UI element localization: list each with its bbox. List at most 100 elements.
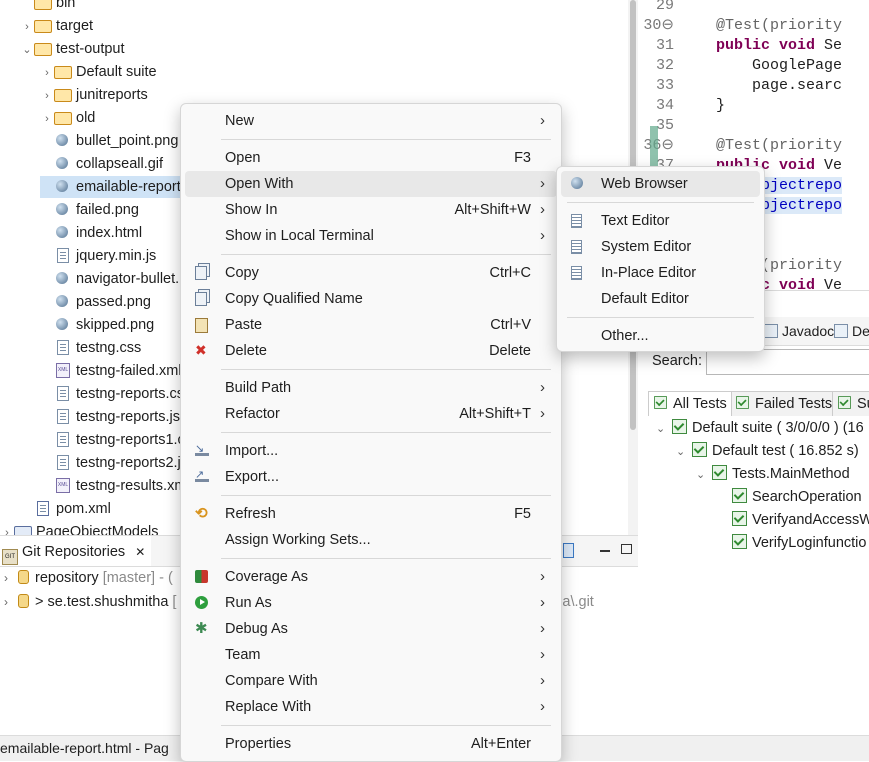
menu-item-team[interactable]: Team › <box>185 642 557 668</box>
chevron-icon[interactable]: ⌄ <box>20 39 34 61</box>
menu-item-delete[interactable]: ✖ Delete Delete <box>185 338 557 364</box>
menu-item-text-editor[interactable]: Text Editor <box>561 208 760 234</box>
menu-item-paste[interactable]: Paste Ctrl+V <box>185 312 557 338</box>
code-line: 36⊖ @Test(priority <box>638 136 842 156</box>
chevron-icon[interactable]: › <box>4 567 18 589</box>
tree-item[interactable]: index.html <box>40 222 142 244</box>
search-input[interactable] <box>706 349 869 375</box>
test-result-row[interactable]: ⌄ Default test ( 16.852 s) <box>676 440 859 462</box>
menu-item-properties[interactable]: Properties Alt+Enter <box>185 731 557 757</box>
menu-item-copy[interactable]: Copy Ctrl+C <box>185 260 557 286</box>
tab-javadoc[interactable]: Javadoc <box>764 317 834 345</box>
tree-item[interactable]: bin <box>20 0 75 14</box>
chevron-icon[interactable]: › <box>40 85 54 107</box>
menu-item-label: Run As <box>225 595 272 611</box>
menu-item-refresh[interactable]: ⟲ Refresh F5 <box>185 501 557 527</box>
tab-declaration[interactable]: Dec <box>834 317 869 345</box>
tab-git-repositories[interactable]: GIT Git Repositories ✕ <box>0 536 152 566</box>
tree-item[interactable]: ⌄ test-output <box>20 38 124 61</box>
git-repository-row[interactable]: › > se.test.shushmitha [ <box>4 591 176 613</box>
menu-item-default-editor[interactable]: Default Editor <box>561 286 760 312</box>
folder-icon <box>34 41 52 56</box>
menu-item-refactor[interactable]: Refactor Alt+Shift+T › <box>185 401 557 427</box>
test-result-row[interactable]: VerifyLoginfunctio <box>716 532 866 554</box>
menu-item-open-with[interactable]: Open With › <box>185 171 557 197</box>
tree-item[interactable]: testng-reports1.css <box>40 429 199 451</box>
tab-summ[interactable]: Summ <box>832 391 869 416</box>
view-menu-icon[interactable] <box>563 543 574 558</box>
menu-item-export[interactable]: ↗ Export... <box>185 464 557 490</box>
menu-item-label: Open <box>225 150 261 166</box>
tree-item-label: testng-reports2.js <box>76 455 189 471</box>
chevron-right-icon: › <box>540 620 545 637</box>
menu-item-new[interactable]: New › <box>185 108 557 134</box>
menu-item-run-as[interactable]: Run As › <box>185 590 557 616</box>
test-result-row[interactable]: VerifyandAccessW <box>716 509 869 531</box>
tree-item[interactable]: › junitreports <box>40 84 148 106</box>
test-passed-icon <box>732 511 747 526</box>
menu-item-coverage-as[interactable]: Coverage As › <box>185 564 557 590</box>
tree-item[interactable]: skipped.png <box>40 314 154 336</box>
menu-item-show-in[interactable]: Show In Alt+Shift+W › <box>185 197 557 223</box>
tree-item[interactable]: XML testng-failed.xml <box>40 360 182 382</box>
tree-item[interactable]: navigator-bullet.png <box>40 268 203 290</box>
chevron-icon[interactable]: ⌄ <box>696 464 712 486</box>
tree-item[interactable]: › target <box>20 15 93 37</box>
code-token: GooglePage <box>680 57 843 74</box>
tree-item[interactable]: › PageObjectModels <box>0 521 159 535</box>
chevron-icon[interactable]: › <box>40 108 54 130</box>
export-icon: ↗ <box>195 470 209 482</box>
chevron-icon[interactable]: › <box>4 591 18 613</box>
tree-item[interactable]: testng-reports2.js <box>40 452 188 474</box>
line-number: 34 <box>655 97 674 114</box>
menu-item-open[interactable]: Open F3 <box>185 145 557 171</box>
menu-item-web-browser[interactable]: Web Browser <box>561 171 760 197</box>
menu-item-build-path[interactable]: Build Path › <box>185 375 557 401</box>
code-line: 31 public void Se <box>638 36 842 56</box>
tree-item[interactable]: collapseall.gif <box>40 153 163 175</box>
file-icon <box>54 133 72 147</box>
tab-all-tests[interactable]: All Tests <box>648 391 732 416</box>
close-icon[interactable]: ✕ <box>135 545 145 559</box>
menu-item-system-editor[interactable]: System Editor <box>561 234 760 260</box>
test-result-label: Tests.MainMethod <box>732 466 850 482</box>
tree-item[interactable]: testng.css <box>40 337 141 359</box>
tree-item[interactable]: testng-reports.css <box>40 383 191 405</box>
menu-item-copy-qualified-name[interactable]: Copy Qualified Name <box>185 286 557 312</box>
tree-item[interactable]: XML testng-results.xml <box>40 475 190 497</box>
tab-failed-tests[interactable]: Failed Tests <box>730 391 838 416</box>
menu-item-other[interactable]: Other... <box>561 323 760 349</box>
chevron-icon[interactable]: › <box>20 16 34 38</box>
run-icon <box>195 596 208 609</box>
chevron-icon[interactable]: › <box>40 62 54 84</box>
test-result-row[interactable]: ⌄ Default suite ( 3/0/0/0 ) (16 <box>656 417 864 439</box>
chevron-icon[interactable]: ⌄ <box>656 418 672 440</box>
tree-item[interactable]: testng-reports.js <box>40 406 180 428</box>
tree-item[interactable]: jquery.min.js <box>40 245 156 267</box>
menu-item-debug-as[interactable]: ✱ Debug As › <box>185 616 557 642</box>
chevron-icon[interactable]: › <box>0 522 14 535</box>
tree-item[interactable]: › old <box>40 107 95 129</box>
tree-item[interactable]: failed.png <box>40 199 139 221</box>
chevron-right-icon: › <box>540 568 545 585</box>
tree-item[interactable]: › Default suite <box>40 61 156 84</box>
menu-item-compare-with[interactable]: Compare With › <box>185 668 557 694</box>
test-result-row[interactable]: SearchOperation <box>716 486 862 508</box>
menu-item-replace-with[interactable]: Replace With › <box>185 694 557 720</box>
chevron-icon[interactable]: ⌄ <box>676 441 692 463</box>
menu-item-assign-working-sets[interactable]: Assign Working Sets... <box>185 527 557 553</box>
menu-item-label: New <box>225 113 255 129</box>
minimize-icon[interactable] <box>600 550 610 552</box>
git-repository-row[interactable]: › repository [master] - ( <box>4 567 173 589</box>
code-line: 32 GooglePage <box>638 56 842 76</box>
tree-item[interactable]: passed.png <box>40 291 151 313</box>
menu-item-in-place-editor[interactable]: In-Place Editor <box>561 260 760 286</box>
tree-item[interactable]: pom.xml <box>20 498 111 520</box>
maximize-icon[interactable] <box>621 544 632 554</box>
text-file-icon <box>54 386 72 401</box>
test-result-row[interactable]: ⌄ Tests.MainMethod <box>696 463 850 485</box>
test-result-label: Default test ( 16.852 s) <box>712 443 859 459</box>
tree-item[interactable]: bullet_point.png <box>40 130 178 152</box>
menu-item-import[interactable]: ↘ Import... <box>185 438 557 464</box>
menu-item-show-in-local-terminal[interactable]: Show in Local Terminal › <box>185 223 557 249</box>
